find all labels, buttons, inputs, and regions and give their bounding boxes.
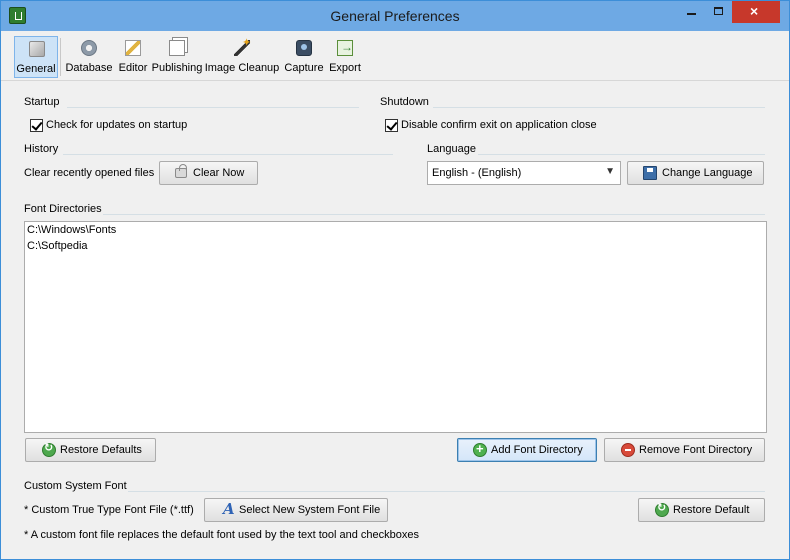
language-group-label: Language xyxy=(427,143,476,155)
minimize-icon xyxy=(687,13,696,15)
toolbar-separator xyxy=(60,38,61,76)
tab-editor[interactable]: Editor xyxy=(116,36,150,78)
title-bar[interactable]: General Preferences × xyxy=(1,1,789,31)
preferences-toolbar: General Database Editor Publishing Image… xyxy=(1,31,789,81)
font-directories-divider xyxy=(103,214,765,215)
remove-icon xyxy=(621,443,635,457)
tab-image-cleanup-label: Image Cleanup xyxy=(204,62,280,74)
magic-wand-icon xyxy=(234,36,251,56)
disable-confirm-checkbox[interactable] xyxy=(385,119,398,132)
add-icon xyxy=(473,441,487,457)
language-select[interactable]: English - (English) ▼ xyxy=(427,161,621,185)
pencil-icon xyxy=(125,40,141,56)
chevron-down-icon: ▼ xyxy=(605,166,615,177)
add-font-directory-button[interactable]: Add Font Directory xyxy=(457,438,597,462)
tab-database[interactable]: Database xyxy=(64,36,114,78)
maximize-icon xyxy=(714,7,723,15)
clear-now-button[interactable]: Clear Now xyxy=(159,161,258,185)
remove-font-directory-button[interactable]: Remove Font Directory xyxy=(604,438,765,462)
add-font-directory-label: Add Font Directory xyxy=(491,444,583,456)
close-button[interactable]: × xyxy=(732,1,780,23)
preferences-window: General Preferences × General Database E… xyxy=(0,0,790,560)
tab-general-label: General xyxy=(16,63,56,75)
clear-now-label: Clear Now xyxy=(193,167,245,179)
close-icon: × xyxy=(750,3,759,19)
check-updates-label: Check for updates on startup xyxy=(46,119,188,131)
language-divider xyxy=(478,154,765,155)
tab-general[interactable]: General xyxy=(14,36,58,78)
clear-recent-text: Clear recently opened files xyxy=(24,167,155,179)
custom-font-file-text: * Custom True Type Font File (*.ttf) xyxy=(24,504,194,516)
custom-font-group-label: Custom System Font xyxy=(24,480,127,492)
startup-divider xyxy=(67,107,359,108)
disable-confirm-label: Disable confirm exit on application clos… xyxy=(401,119,597,131)
select-font-file-label: Select New System Font File xyxy=(239,504,381,516)
pages-icon xyxy=(169,40,185,56)
check-updates-checkbox[interactable] xyxy=(30,119,43,132)
maximize-button[interactable] xyxy=(705,1,732,23)
remove-font-directory-label: Remove Font Directory xyxy=(639,444,753,456)
restore-defaults-label: Restore Defaults xyxy=(60,444,142,456)
list-item[interactable]: C:\Windows\Fonts xyxy=(27,224,116,236)
history-group-label: History xyxy=(24,143,59,155)
font-directories-list[interactable]: C:\Windows\Fonts C:\Softpedia xyxy=(24,221,767,433)
select-font-file-button[interactable]: A Select New System Font File xyxy=(204,498,388,522)
custom-font-note: * A custom font file replaces the defaul… xyxy=(24,529,420,541)
custom-font-divider xyxy=(128,491,765,492)
change-language-label: Change Language xyxy=(662,167,753,179)
restore-default-label: Restore Default xyxy=(673,504,750,516)
tab-publishing[interactable]: Publishing xyxy=(151,36,203,78)
change-language-button[interactable]: Change Language xyxy=(627,161,764,185)
font-icon: A xyxy=(223,500,235,518)
history-divider xyxy=(63,154,393,155)
list-item[interactable]: C:\Softpedia xyxy=(27,240,88,252)
language-select-value: English - (English) xyxy=(432,167,522,179)
restore-defaults-button[interactable]: Restore Defaults xyxy=(25,438,156,462)
export-icon xyxy=(337,40,353,56)
cube-icon xyxy=(29,41,45,57)
tab-capture[interactable]: Capture xyxy=(282,36,326,78)
tab-editor-label: Editor xyxy=(118,62,148,74)
minimize-button[interactable] xyxy=(678,1,705,23)
tab-export-label: Export xyxy=(329,62,361,74)
refresh-icon xyxy=(42,441,56,457)
tab-database-label: Database xyxy=(65,62,113,74)
refresh-icon xyxy=(655,501,669,517)
tab-capture-label: Capture xyxy=(284,62,324,74)
restore-default-button[interactable]: Restore Default xyxy=(638,498,765,522)
lock-icon xyxy=(175,164,187,178)
camera-icon xyxy=(296,40,312,56)
shutdown-group-label: Shutdown xyxy=(380,96,429,108)
startup-group-label: Startup xyxy=(24,96,60,108)
font-directories-group-label: Font Directories xyxy=(24,203,102,215)
database-gear-icon xyxy=(81,40,97,56)
floppy-disk-icon xyxy=(643,166,657,180)
window-title: General Preferences xyxy=(330,8,460,24)
tab-image-cleanup[interactable]: Image Cleanup xyxy=(204,36,280,78)
shutdown-divider xyxy=(433,107,765,108)
tab-publishing-label: Publishing xyxy=(151,62,203,74)
tab-export[interactable]: Export xyxy=(326,36,364,78)
